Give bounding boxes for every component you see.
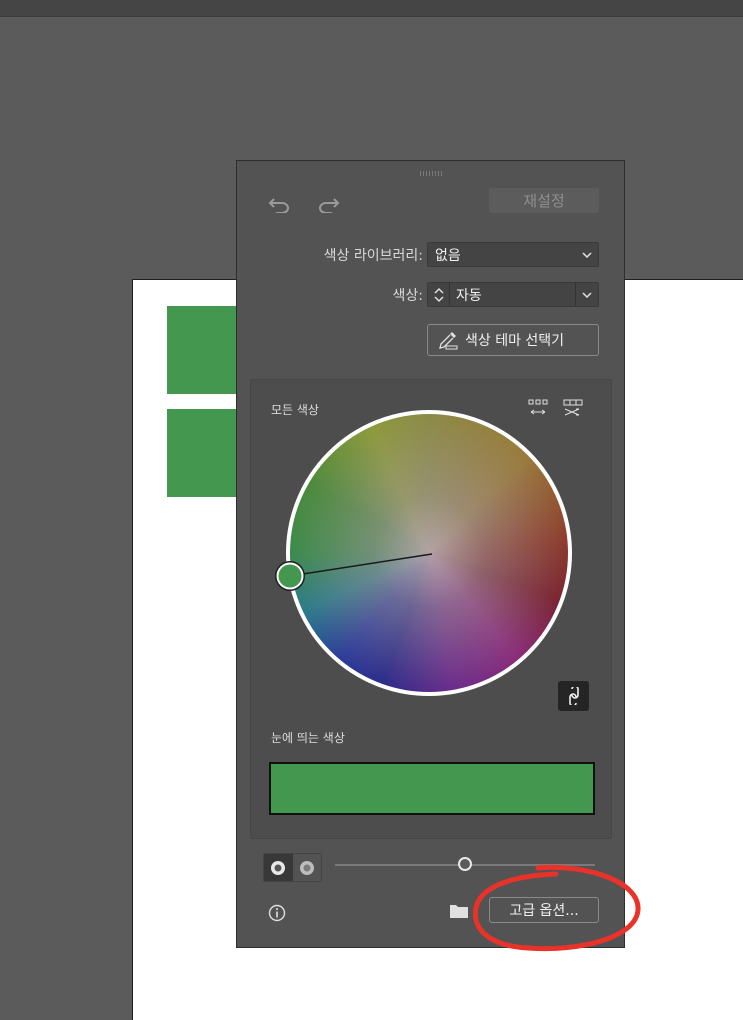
color-wheel-section: 모든 색상 눈에 띄는 색상 (250, 379, 612, 839)
undo-icon[interactable] (267, 193, 293, 215)
redo-icon[interactable] (315, 193, 341, 215)
link-harmony-button[interactable] (558, 681, 589, 711)
color-handle[interactable] (276, 562, 304, 590)
reset-button[interactable]: 재설정 (489, 188, 599, 213)
color-theme-picker-label: 색상 테마 선택기 (465, 333, 565, 349)
brightness-slider-thumb[interactable] (458, 857, 472, 871)
link-icon (568, 687, 579, 705)
colors-count-value: 자동 (456, 287, 482, 304)
color-library-label: 색상 라이브러리: (323, 248, 423, 264)
green-shape-1[interactable] (167, 306, 239, 394)
colors-count-field[interactable]: 자동 (427, 282, 599, 307)
brightness-wheel-icon (299, 860, 314, 875)
colors-label: 색상: (392, 288, 423, 304)
saturation-mode-button[interactable] (264, 854, 293, 881)
color-theme-picker-button[interactable]: 색상 테마 선택기 (427, 324, 599, 356)
brightness-mode-button[interactable] (293, 854, 322, 881)
saturation-wheel-icon (271, 860, 286, 875)
chevron-down-icon[interactable] (582, 291, 592, 298)
chevron-down-icon (582, 251, 592, 258)
panel-drag-grip[interactable] (420, 171, 442, 176)
color-library-value: 없음 (435, 247, 461, 264)
prominent-colors-label: 눈에 띄는 색상 (271, 731, 345, 745)
app-top-bar (0, 0, 743, 17)
advanced-options-button[interactable]: 고급 옵션... (489, 897, 599, 923)
wheel-mode-toggle (263, 853, 322, 882)
hue-handle-line (289, 553, 433, 577)
recolor-panel: 재설정 색상 라이브러리: 없음 색상: 자동 색상 테마 선택기 모든 색상 (236, 160, 625, 948)
stepper-icon[interactable] (433, 286, 445, 304)
prominent-color-swatch[interactable] (269, 762, 595, 815)
green-shape-2[interactable] (167, 409, 239, 497)
info-icon[interactable] (267, 903, 287, 923)
color-library-select[interactable]: 없음 (427, 242, 599, 267)
folder-icon[interactable] (448, 901, 470, 921)
eyedropper-icon (439, 332, 458, 350)
